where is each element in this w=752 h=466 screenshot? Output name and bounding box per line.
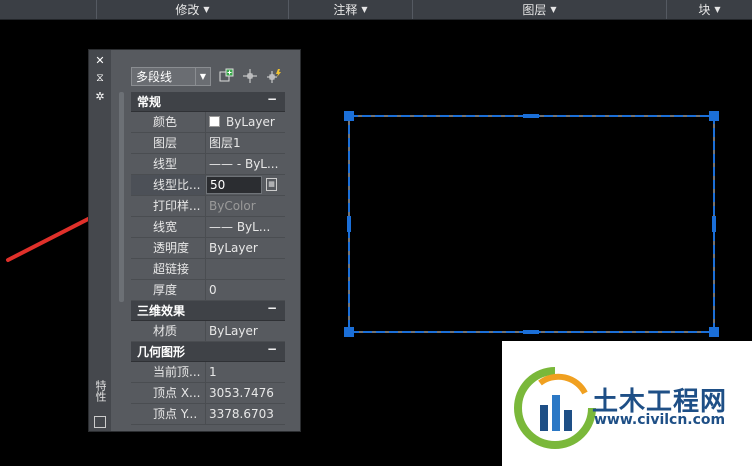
chevron-down-icon: ▼	[550, 5, 557, 14]
palette-scrollbar[interactable]	[119, 92, 124, 302]
midpoint-grip[interactable]	[347, 216, 351, 232]
vertex-grip[interactable]	[709, 111, 719, 121]
property-row-hyperlink[interactable]: 超链接	[131, 259, 285, 280]
property-value[interactable]: —— - ByL...	[206, 154, 285, 174]
chevron-down-icon: ▼	[203, 5, 210, 14]
ribbon-panel-annotate[interactable]: 注释 ▼	[288, 0, 412, 19]
property-row-lineweight[interactable]: 线宽 —— ByL...	[131, 217, 285, 238]
section-3d-effects[interactable]: 三维效果 −	[131, 301, 285, 321]
property-key: 顶点 X...	[131, 383, 206, 403]
auto-hide-icon[interactable]: ⧖	[93, 71, 107, 85]
section-geometry[interactable]: 几何图形 −	[131, 342, 285, 362]
grip-group	[344, 111, 719, 337]
property-row-current-vertex[interactable]: 当前顶... 1	[131, 362, 285, 383]
property-key: 顶点 Y...	[131, 404, 206, 424]
palette-title: 特性	[94, 380, 107, 402]
property-key: 超链接	[131, 259, 206, 279]
property-value[interactable]: —— ByL...	[206, 217, 285, 237]
selection-highlight	[348, 115, 715, 333]
property-value[interactable]: 1	[206, 362, 285, 382]
close-icon[interactable]: ✕	[93, 54, 107, 68]
property-row-material[interactable]: 材质 ByLayer	[131, 321, 285, 342]
polyline-rectangle[interactable]	[348, 115, 715, 333]
brand-logo-icon	[514, 367, 596, 449]
property-key: 厚度	[131, 280, 206, 300]
palette-toolbar: 多段线 ▼	[131, 66, 283, 87]
palette-title-strip[interactable]: ✕ ⧖ ✲ 特性	[89, 50, 112, 431]
vertex-grip[interactable]	[344, 111, 354, 121]
property-row-vertex-x[interactable]: 顶点 X... 3053.7476	[131, 383, 285, 404]
section-title: 几何图形	[137, 345, 186, 359]
property-key: 透明度	[131, 238, 206, 258]
section-title: 三维效果	[137, 304, 186, 318]
ribbon-panel-layers[interactable]: 图层 ▼	[412, 0, 666, 19]
property-row-linetype-scale[interactable]: 线型比... 50 ▦	[131, 175, 285, 196]
select-objects-icon[interactable]	[241, 68, 259, 86]
property-key: 材质	[131, 321, 206, 341]
midpoint-grip[interactable]	[712, 216, 716, 232]
ribbon-panel-modify[interactable]: 修改 ▼	[96, 0, 288, 19]
vertex-grip[interactable]	[709, 327, 719, 337]
midpoint-grip[interactable]	[523, 114, 539, 118]
property-value[interactable]: 3378.6703	[206, 404, 285, 424]
settings-icon[interactable]: ✲	[93, 90, 107, 104]
chevron-down-icon: ▼	[714, 5, 721, 14]
ribbon-panel-bar: 修改 ▼ 注释 ▼ 图层 ▼ 块 ▼	[0, 0, 752, 20]
palette-menu-icon[interactable]	[94, 416, 106, 428]
property-grid: 常规 − 颜色 ByLayer 图层 图层1 线型 —— - ByL... 线型…	[131, 92, 285, 425]
property-value[interactable]: 图层1	[206, 133, 285, 153]
property-value[interactable]: ByLayer	[206, 238, 285, 258]
property-value[interactable]: ByLayer	[206, 321, 285, 341]
toggle-pickadd-icon[interactable]	[217, 68, 235, 86]
object-type-select[interactable]: 多段线 ▼	[131, 67, 211, 86]
property-row-layer[interactable]: 图层 图层1	[131, 133, 285, 154]
property-value: ByColor	[209, 199, 256, 213]
property-row-thickness[interactable]: 厚度 0	[131, 280, 285, 301]
properties-palette: ✕ ⧖ ✲ 特性 多段线 ▼ 常规 − 颜色 ByLayer 图层 图层1 线型…	[88, 49, 301, 432]
property-value[interactable]	[206, 259, 285, 279]
property-row-transparency[interactable]: 透明度 ByLayer	[131, 238, 285, 259]
palette-body: 多段线 ▼ 常规 − 颜色 ByLayer 图层 图层1 线型 —— - ByL…	[111, 50, 300, 431]
ribbon-panel-label: 注释	[333, 3, 358, 17]
section-title: 常规	[137, 95, 162, 109]
property-key: 线型	[131, 154, 206, 174]
collapse-icon[interactable]: −	[267, 342, 277, 356]
property-row-plot-style[interactable]: 打印样... ByColor	[131, 196, 285, 217]
chevron-down-icon: ▼	[195, 68, 210, 85]
quick-select-icon[interactable]	[265, 68, 283, 86]
property-value[interactable]: 0	[206, 280, 285, 300]
vertex-grip[interactable]	[344, 327, 354, 337]
collapse-icon[interactable]: −	[267, 92, 277, 106]
collapse-icon[interactable]: −	[267, 301, 277, 315]
object-type-value: 多段线	[136, 70, 173, 84]
property-key: 线型比...	[131, 175, 206, 195]
property-key: 颜色	[131, 112, 206, 132]
linetype-scale-input[interactable]: 50	[206, 176, 262, 194]
property-value-text: ByLayer	[226, 115, 275, 129]
ribbon-panel-label: 修改	[175, 3, 200, 17]
watermark: 土木工程网 www.civilcn.com	[502, 341, 752, 466]
property-key: 图层	[131, 133, 206, 153]
section-general[interactable]: 常规 −	[131, 92, 285, 112]
calculator-icon[interactable]: ▦	[266, 178, 277, 191]
property-value[interactable]: ByLayer	[206, 112, 285, 132]
brand-url: www.civilcn.com	[594, 412, 726, 428]
ribbon-panel-label: 图层	[522, 3, 547, 17]
ribbon-panel-left[interactable]	[0, 0, 96, 19]
property-key: 线宽	[131, 217, 206, 237]
property-row-linetype[interactable]: 线型 —— - ByL...	[131, 154, 285, 175]
property-value[interactable]: 3053.7476	[206, 383, 285, 403]
property-key: 打印样...	[131, 196, 206, 216]
property-row-vertex-y[interactable]: 顶点 Y... 3378.6703	[131, 404, 285, 425]
midpoint-grip[interactable]	[523, 330, 539, 334]
property-row-color[interactable]: 颜色 ByLayer	[131, 112, 285, 133]
ribbon-panel-label: 块	[698, 3, 711, 17]
property-key: 当前顶...	[131, 362, 206, 382]
property-value[interactable]: 50 ▦	[206, 175, 285, 195]
color-swatch-icon	[209, 116, 220, 127]
chevron-down-icon: ▼	[361, 5, 368, 14]
ribbon-panel-block[interactable]: 块 ▼	[666, 0, 752, 19]
